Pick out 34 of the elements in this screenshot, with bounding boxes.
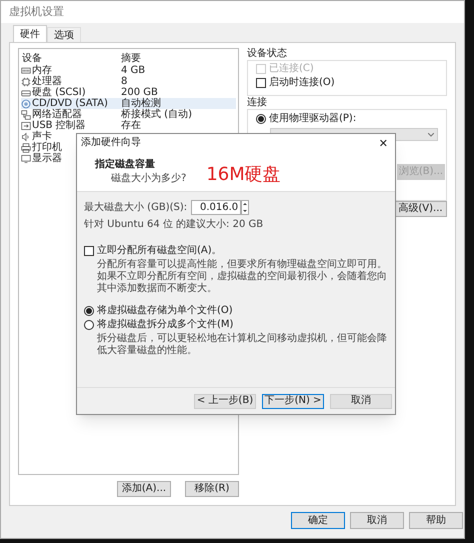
device-name: 显示器 [32, 153, 62, 164]
radio-label: 将虚拟磁盘存储为单个文件(O) [97, 305, 233, 317]
wizard-heading: 指定磁盘容量 [95, 159, 156, 170]
dialog-title: 添加硬件向导 [81, 138, 141, 148]
field-label: 最大磁盘大小 (GB)(S): [84, 202, 188, 214]
column-header: 设备 [21, 53, 43, 64]
description-text: 分配所有容量可以提高性能，但要求所有物理磁盘空间立即可用。如果不立即分配所有空间，虚拟磁盘的空间最初很小，会随着您向其中添加数据而不断变大。 [96, 259, 388, 295]
device-summary: 8 [121, 76, 128, 87]
device-summary: 自动检测 [121, 98, 161, 109]
device-name: 声卡 [32, 131, 52, 142]
column-header: 摘要 [121, 53, 141, 65]
device-summary: 桥接模式 (自动) [121, 109, 192, 120]
annotation-text: 16M硬盘 [206, 166, 281, 184]
device-name: 硬盘 (SCSI) [32, 87, 86, 98]
device-name: 打印机 [32, 142, 62, 153]
device-summary: 4 GB [121, 65, 146, 76]
description-text: 拆分磁盘后，可以更轻松地在计算机之间移动虚拟机，但可能会降低大容量磁盘的性能。 [96, 333, 388, 357]
device-name: USB 控制器 [32, 120, 86, 131]
radio-label: 使用物理驱动器(P): [269, 113, 356, 125]
checkbox-label: 立即分配所有磁盘空间(A)。 [97, 245, 222, 257]
checkbox-label: 启动时连接(O) [269, 77, 335, 89]
device-name: 处理器 [32, 76, 62, 87]
device-summary: 200 GB [121, 87, 158, 98]
group-title: 连接 [247, 97, 268, 109]
recommendation-text: 针对 Ubuntu 64 位 的建议大小: 20 GB [84, 219, 264, 231]
device-summary: 存在 [121, 120, 141, 131]
wizard-subheading: 磁盘大小为多少? [110, 173, 186, 184]
device-name: CD/DVD (SATA) [32, 98, 108, 109]
checkbox-label: 已连接(C) [269, 63, 314, 75]
device-name: 网络适配器 [32, 109, 82, 120]
window-title: 虚拟机设置 [9, 4, 64, 20]
radio-label: 将虚拟磁盘拆分成多个文件(M) [97, 319, 234, 331]
group-title: 设备状态 [247, 48, 288, 60]
device-name: 内存 [32, 65, 52, 76]
